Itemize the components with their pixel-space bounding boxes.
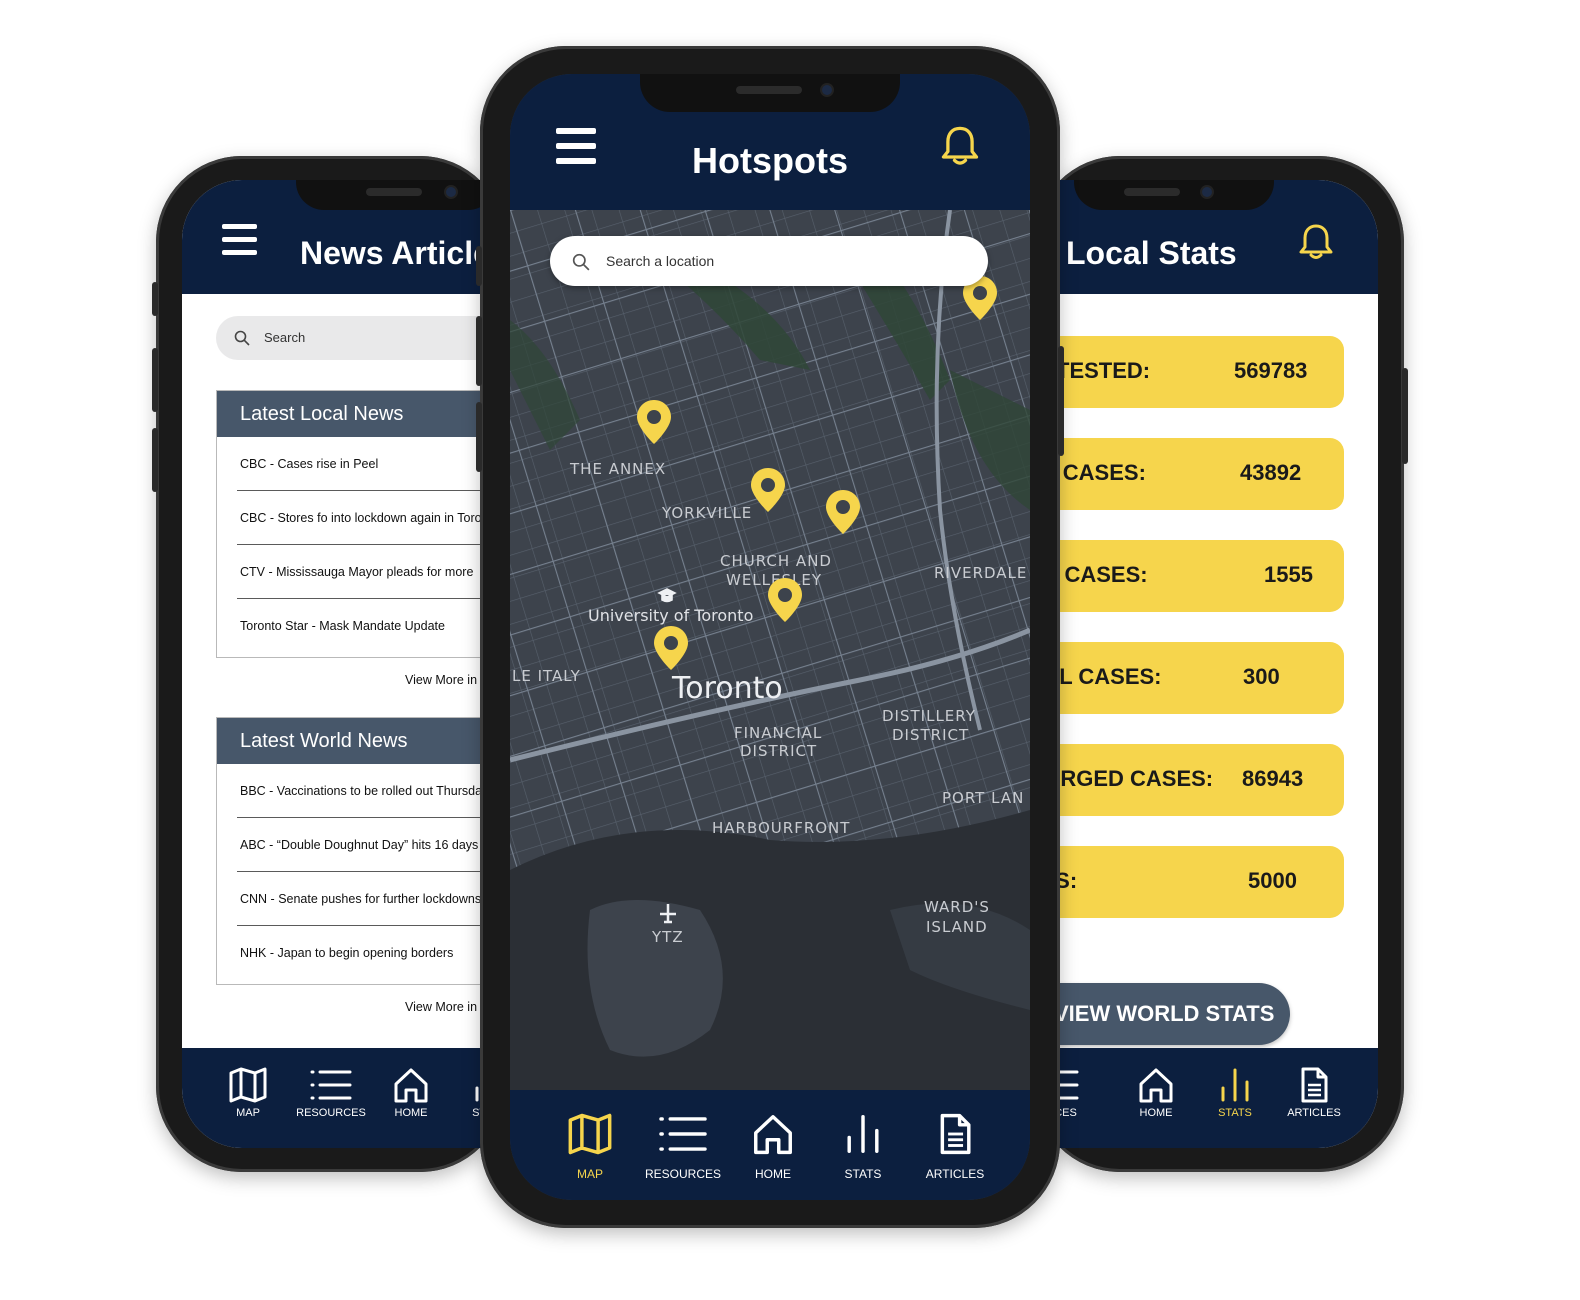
search-icon [234,330,250,346]
news-item[interactable]: Toronto Star - Mask Mandate Update [237,599,506,653]
mute-switch [152,282,158,316]
phone-local-stats: Local Stats TOTAL TESTED: 569783 ACTIVE … [1034,156,1408,1172]
bottom-nav: MAP RESOURCES HOME STATS [510,1090,1030,1200]
bar-chart-icon [1221,1068,1249,1102]
home-icon [1139,1068,1173,1103]
list-icon [659,1117,707,1151]
map-icon [229,1067,267,1103]
world-news-heading: Latest World News [217,718,506,764]
stat-value: 43892 [1240,460,1302,485]
hotspot-pins [637,276,997,670]
news-item[interactable]: CTV - Mississauga Mayor pleads for more [237,545,506,599]
nav-articles[interactable]: ARTICLES [1284,1066,1344,1119]
notch [640,74,900,112]
stat-label: DISCHARGED CASES: [1034,766,1214,791]
home-icon [394,1068,428,1103]
stat-stable-cases: STABLE CASES: 1555 [1034,540,1344,612]
stat-critical-cases: CRITICAL CASES: 300 [1034,642,1344,714]
volume-down-button [152,428,158,492]
power-button [1058,346,1064,456]
menu-icon[interactable] [222,224,257,255]
notch [296,180,496,210]
page-title: Local Stats [1066,235,1237,271]
mute-switch [476,246,482,286]
nav-articles[interactable]: ARTICLES [922,1112,988,1181]
bell-icon[interactable] [940,124,980,168]
nav-resources[interactable]: RESOURCES [644,1112,722,1181]
nav-label: MAP [236,1107,260,1119]
news-item[interactable]: CNN - Senate pushes for further lockdown… [237,872,506,926]
nav-home[interactable]: HOME [748,1112,798,1181]
stat-value: 569783 [1234,358,1308,383]
nav-stats[interactable]: STATS [1210,1066,1260,1119]
power-button [1402,368,1408,464]
stat-active-cases: ACTIVE CASES: 43892 [1034,438,1344,510]
local-news-heading: Latest Local News [217,391,506,437]
notch [1074,180,1274,210]
volume-down-button [476,402,482,472]
volume-up-button [476,316,482,386]
stat-discharged-cases: DISCHARGED CASES: 86943 [1034,744,1344,816]
nav-stats[interactable]: STATS [838,1112,888,1181]
stat-total-tested: TOTAL TESTED: 569783 [1034,336,1344,408]
nav-label: MAP [576,1167,603,1181]
nav-label: HOME [755,1167,791,1181]
search-icon [572,253,590,271]
local-news-card: Latest Local News CBC - Cases rise in Pe… [216,390,506,658]
world-news-card: Latest World News BBC - Vaccinations to … [216,717,506,985]
nav-label: HOME [394,1107,428,1119]
hotspot-pin[interactable] [768,578,802,622]
news-item[interactable]: ABC - “Double Doughnut Day” hits 16 days [237,818,506,872]
news-item[interactable]: BBC - Vaccinations to be rolled out Thur… [237,764,506,818]
nav-label: ARTICLES [925,1167,985,1181]
list-icon [310,1070,352,1100]
hotspot-pin[interactable] [826,490,860,534]
stat-value: 5000 [1248,868,1297,893]
bar-chart-icon [847,1115,879,1153]
stat-value: 86943 [1242,766,1304,791]
nav-label: STATS [844,1167,882,1181]
phone-news-articles: News Articles Search Latest Local News C… [152,156,506,1172]
bottom-nav: RESOURCES HOME STATS ARTICLES [1034,1048,1378,1148]
nav-home[interactable]: HOME [386,1066,436,1119]
nav-home[interactable]: HOME [1131,1066,1181,1119]
nav-label: ARTICLES [1287,1107,1341,1119]
news-screen: News Articles Search Latest Local News C… [182,180,506,1148]
hotspot-pin[interactable] [751,468,785,512]
document-icon [1301,1067,1328,1103]
nav-map[interactable]: MAP [560,1112,620,1181]
news-item[interactable]: NHK - Japan to begin opening borders [237,926,506,980]
stat-value: 300 [1243,664,1280,689]
phone-hotspots: THE ANNEX YORKVILLE CHURCH AND WELLESLEY… [476,46,1064,1228]
stat-deaths: DEATHS: 5000 [1034,846,1344,918]
nav-label: STATS [1218,1107,1252,1119]
search-placeholder: Search a location [606,253,715,269]
nav-label: RESOURCES [644,1167,721,1181]
document-icon [940,1113,971,1155]
home-icon [754,1115,792,1155]
volume-up-button [152,348,158,412]
location-search-input[interactable]: Search a location [550,236,988,286]
bottom-nav: MAP RESOURCES HOME STATS [182,1048,506,1148]
nav-map[interactable]: MAP [224,1066,272,1119]
search-placeholder: Search [264,330,306,345]
news-item[interactable]: CBC - Cases rise in Peel [237,437,506,491]
hotspots-screen: THE ANNEX YORKVILLE CHURCH AND WELLESLEY… [510,74,1030,1200]
bell-icon[interactable] [1298,222,1334,262]
view-world-stats-button[interactable]: VIEW WORLD STATS [1034,983,1290,1045]
nav-label: HOME [1139,1107,1173,1119]
stat-value: 1555 [1264,562,1313,587]
hotspot-pin[interactable] [654,626,688,670]
nav-resources[interactable]: RESOURCES [296,1066,366,1119]
hotspot-pin[interactable] [637,400,671,444]
map-icon [568,1113,612,1155]
news-search-input[interactable]: Search [216,316,506,360]
news-item[interactable]: CBC - Stores fo into lockdown again in T… [237,491,506,545]
nav-label: RESOURCES [296,1107,366,1119]
stats-screen: Local Stats TOTAL TESTED: 569783 ACTIVE … [1034,180,1378,1148]
